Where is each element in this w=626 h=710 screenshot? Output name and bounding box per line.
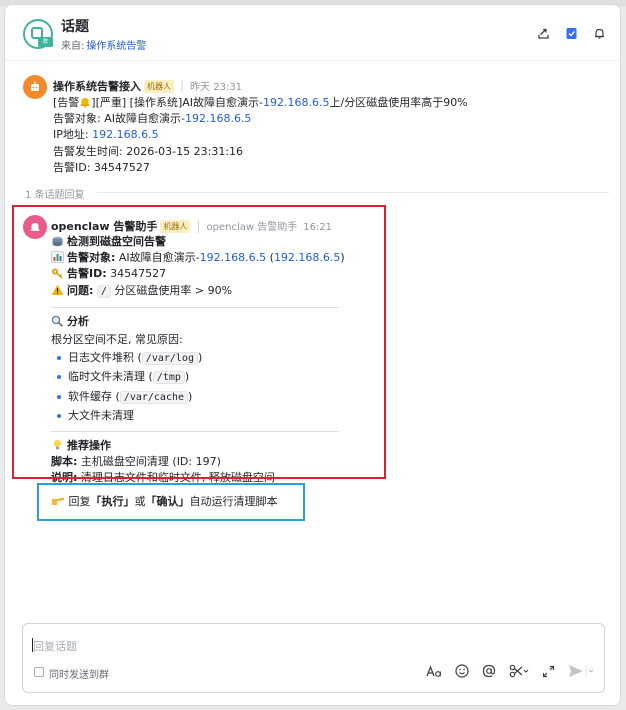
page-title: 话题 bbox=[61, 19, 89, 35]
original-alert-message: 操作系统告警接入 机器人 | 昨天 23:31 [告警 ][严重] [操作系统]AI故障… bbox=[5, 73, 620, 183]
bot-badge: 机器人 bbox=[144, 80, 174, 93]
topic-header: 群 话题 来自: 操作系统告警 bbox=[5, 5, 620, 61]
source-label: 来自: bbox=[61, 41, 85, 52]
highlight-box-red bbox=[12, 205, 386, 479]
source-link[interactable]: 操作系统告警 bbox=[86, 41, 146, 52]
message-header: 操作系统告警接入 机器人 | 昨天 23:31 bbox=[53, 78, 242, 94]
topic-source: 来自: 操作系统告警 bbox=[61, 37, 146, 52]
message-time: 昨天 23:31 bbox=[190, 82, 243, 93]
share-icon[interactable] bbox=[536, 26, 550, 40]
message-body: [告警][严重] [操作系统]AI故障自愈演示-192.168.6.5上/分区磁… bbox=[53, 95, 468, 176]
alert-line-2: 告警对象: AI故障自愈演示-192.168.6.5 bbox=[53, 111, 468, 127]
expand-icon[interactable] bbox=[542, 663, 555, 679]
bell-emoji-icon bbox=[79, 96, 91, 108]
bell-icon[interactable] bbox=[592, 26, 606, 40]
ip-label: IP地址: bbox=[53, 128, 93, 142]
scissors-icon[interactable] bbox=[509, 663, 529, 679]
alert-line-3: IP地址: 192.168.6.5 bbox=[53, 127, 468, 143]
topic-panel: 群 话题 来自:操作系统告警 操作系统告警接入机器人 | 昨天 23:31 bbox=[4, 4, 621, 706]
header-actions bbox=[536, 26, 606, 40]
alert-text: ][严重] [操作系统]AI故障自愈演示- bbox=[91, 96, 263, 109]
topic-icon-tag: 群 bbox=[38, 37, 53, 47]
reply-divider bbox=[97, 192, 609, 193]
ip-link[interactable]: 192.168.6.5 bbox=[263, 96, 329, 109]
composer-toolbar bbox=[426, 663, 594, 679]
mention-icon[interactable] bbox=[482, 663, 496, 679]
reply-count: 1 条话题回复 bbox=[25, 186, 89, 201]
reply-composer[interactable]: 回复话题 同时发送到群 bbox=[22, 623, 605, 693]
also-send-checkbox[interactable] bbox=[34, 667, 44, 677]
ip-link[interactable]: 192.168.6.5 bbox=[185, 112, 251, 125]
topic-icon: 群 bbox=[23, 19, 53, 49]
robot-icon bbox=[23, 75, 47, 99]
header-separator: | bbox=[180, 79, 185, 93]
also-send-label[interactable]: 同时发送到群 bbox=[49, 666, 109, 681]
bookmark-icon[interactable] bbox=[564, 26, 578, 40]
alert-prefix: [告警 bbox=[53, 96, 80, 109]
emoji-icon[interactable] bbox=[455, 663, 469, 679]
alert-target-label: 告警对象: AI故障自愈演示- bbox=[53, 112, 185, 126]
ip-link[interactable]: 192.168.6.5 bbox=[92, 128, 158, 141]
send-icon[interactable] bbox=[568, 663, 594, 679]
alert-line-4: 告警发生时间: 2026-03-15 23:31:16 bbox=[53, 144, 244, 158]
alert-line-5: 告警ID: 34547527 bbox=[53, 160, 150, 174]
reply-input[interactable]: 回复话题 bbox=[33, 638, 77, 654]
text-format-icon[interactable] bbox=[426, 663, 442, 679]
highlight-box-blue bbox=[37, 483, 305, 521]
sender-name[interactable]: 操作系统告警接入 bbox=[53, 80, 141, 93]
alert-tail: 上/分区磁盘使用率高于90% bbox=[329, 96, 468, 109]
alert-line-1: [告警 ][严重] [操作系统]AI故障自愈演示-192.168.6.5上/分区磁… bbox=[53, 95, 468, 111]
